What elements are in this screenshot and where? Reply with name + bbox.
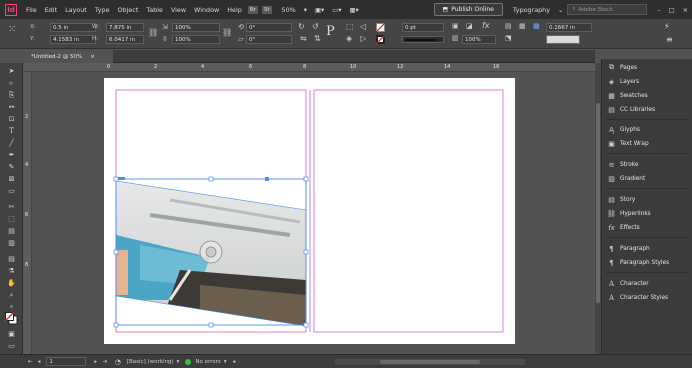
panel-separator <box>606 272 689 273</box>
preflight-dropdown-icon[interactable]: ▾ <box>224 359 227 365</box>
panel-paragraph[interactable]: ¶ Paragraph <box>607 242 649 255</box>
text-wrap-icon: ▣ <box>608 139 615 148</box>
panel-stroke[interactable]: ≡ Stroke <box>607 158 639 171</box>
base-style[interactable]: [Basic] (working) <box>127 359 174 365</box>
character-styles-icon: A <box>608 293 615 302</box>
preflight-status-icon <box>185 358 192 365</box>
panel-story[interactable]: ▤ Story <box>607 193 635 206</box>
panel-layers[interactable]: ◈ Layers <box>607 75 639 88</box>
page-number-field[interactable]: 1 <box>46 357 87 366</box>
panel-effects[interactable]: fx Effects <box>607 221 640 234</box>
panel-glyphs[interactable]: Ą Glyphs <box>607 123 640 136</box>
panel-paragraph-styles[interactable]: ¶ Paragraph Styles <box>607 256 669 269</box>
glyphs-icon: Ą <box>609 125 614 134</box>
preflight-errors[interactable]: No errors <box>195 359 220 365</box>
canvas-overlay <box>113 89 504 333</box>
vertical-scroll-thumb[interactable] <box>596 103 600 303</box>
paragraph-styles-icon: ¶ <box>609 258 614 267</box>
gradient-icon: ▥ <box>608 174 615 183</box>
character-icon: A <box>608 279 615 288</box>
status-bar: ⇤ ◂ 1 ▸ ⇥ ◔ [Basic] (working) ▾ No error… <box>0 354 692 368</box>
panel-swatches[interactable]: ▦ Swatches <box>607 89 648 102</box>
next-page-icon[interactable]: ▸ <box>94 359 97 365</box>
effects-icon: fx <box>608 223 615 232</box>
hyperlinks-icon: ⛓ <box>607 209 616 218</box>
previous-page-icon[interactable]: ◂ <box>38 359 41 365</box>
stroke-icon: ≡ <box>608 160 615 169</box>
panel-character-styles[interactable]: A Character Styles <box>607 291 668 304</box>
first-page-icon[interactable]: ⇤ <box>28 359 33 365</box>
horizontal-scroll-thumb[interactable] <box>380 359 481 364</box>
panel-separator <box>606 153 689 154</box>
panel-hyperlinks[interactable]: ⛓ Hyperlinks <box>607 207 651 220</box>
right-page-margin-guide <box>313 89 504 333</box>
panel-cc-libraries[interactable]: ▤ CC Libraries <box>607 103 655 116</box>
panel-separator <box>606 188 689 189</box>
layers-icon: ◈ <box>608 77 615 86</box>
panel-pages[interactable]: ⧉ Pages <box>607 61 637 74</box>
panel-separator <box>606 119 689 120</box>
frame-corner-option-handle[interactable] <box>265 177 269 181</box>
panel-dock: ⧉ Pages ◈ Layers ▦ Swatches ▤ CC Libraries Ą… <box>601 59 692 354</box>
panel-text-wrap[interactable]: ▣ Text Wrap <box>607 137 648 150</box>
frame-link-badge <box>118 177 125 180</box>
style-dropdown-icon[interactable]: ▾ <box>177 359 180 365</box>
panel-separator <box>606 237 689 238</box>
pages-icon: ⧉ <box>609 63 614 71</box>
paragraph-icon: ¶ <box>609 244 614 253</box>
story-icon: ▤ <box>608 195 615 204</box>
content-grabber-icon[interactable] <box>199 240 223 264</box>
cc-libraries-icon: ▤ <box>608 105 615 114</box>
swatches-icon: ▦ <box>608 91 615 100</box>
horizontal-scrollbar[interactable] <box>335 358 526 365</box>
panel-character[interactable]: A Character <box>607 277 649 290</box>
last-page-icon[interactable]: ⇥ <box>102 359 107 365</box>
panel-gradient[interactable]: ▥ Gradient <box>607 172 645 185</box>
preflight-menu-icon[interactable]: ◂ <box>233 359 236 365</box>
open-page-icon[interactable]: ◔ <box>115 358 121 366</box>
